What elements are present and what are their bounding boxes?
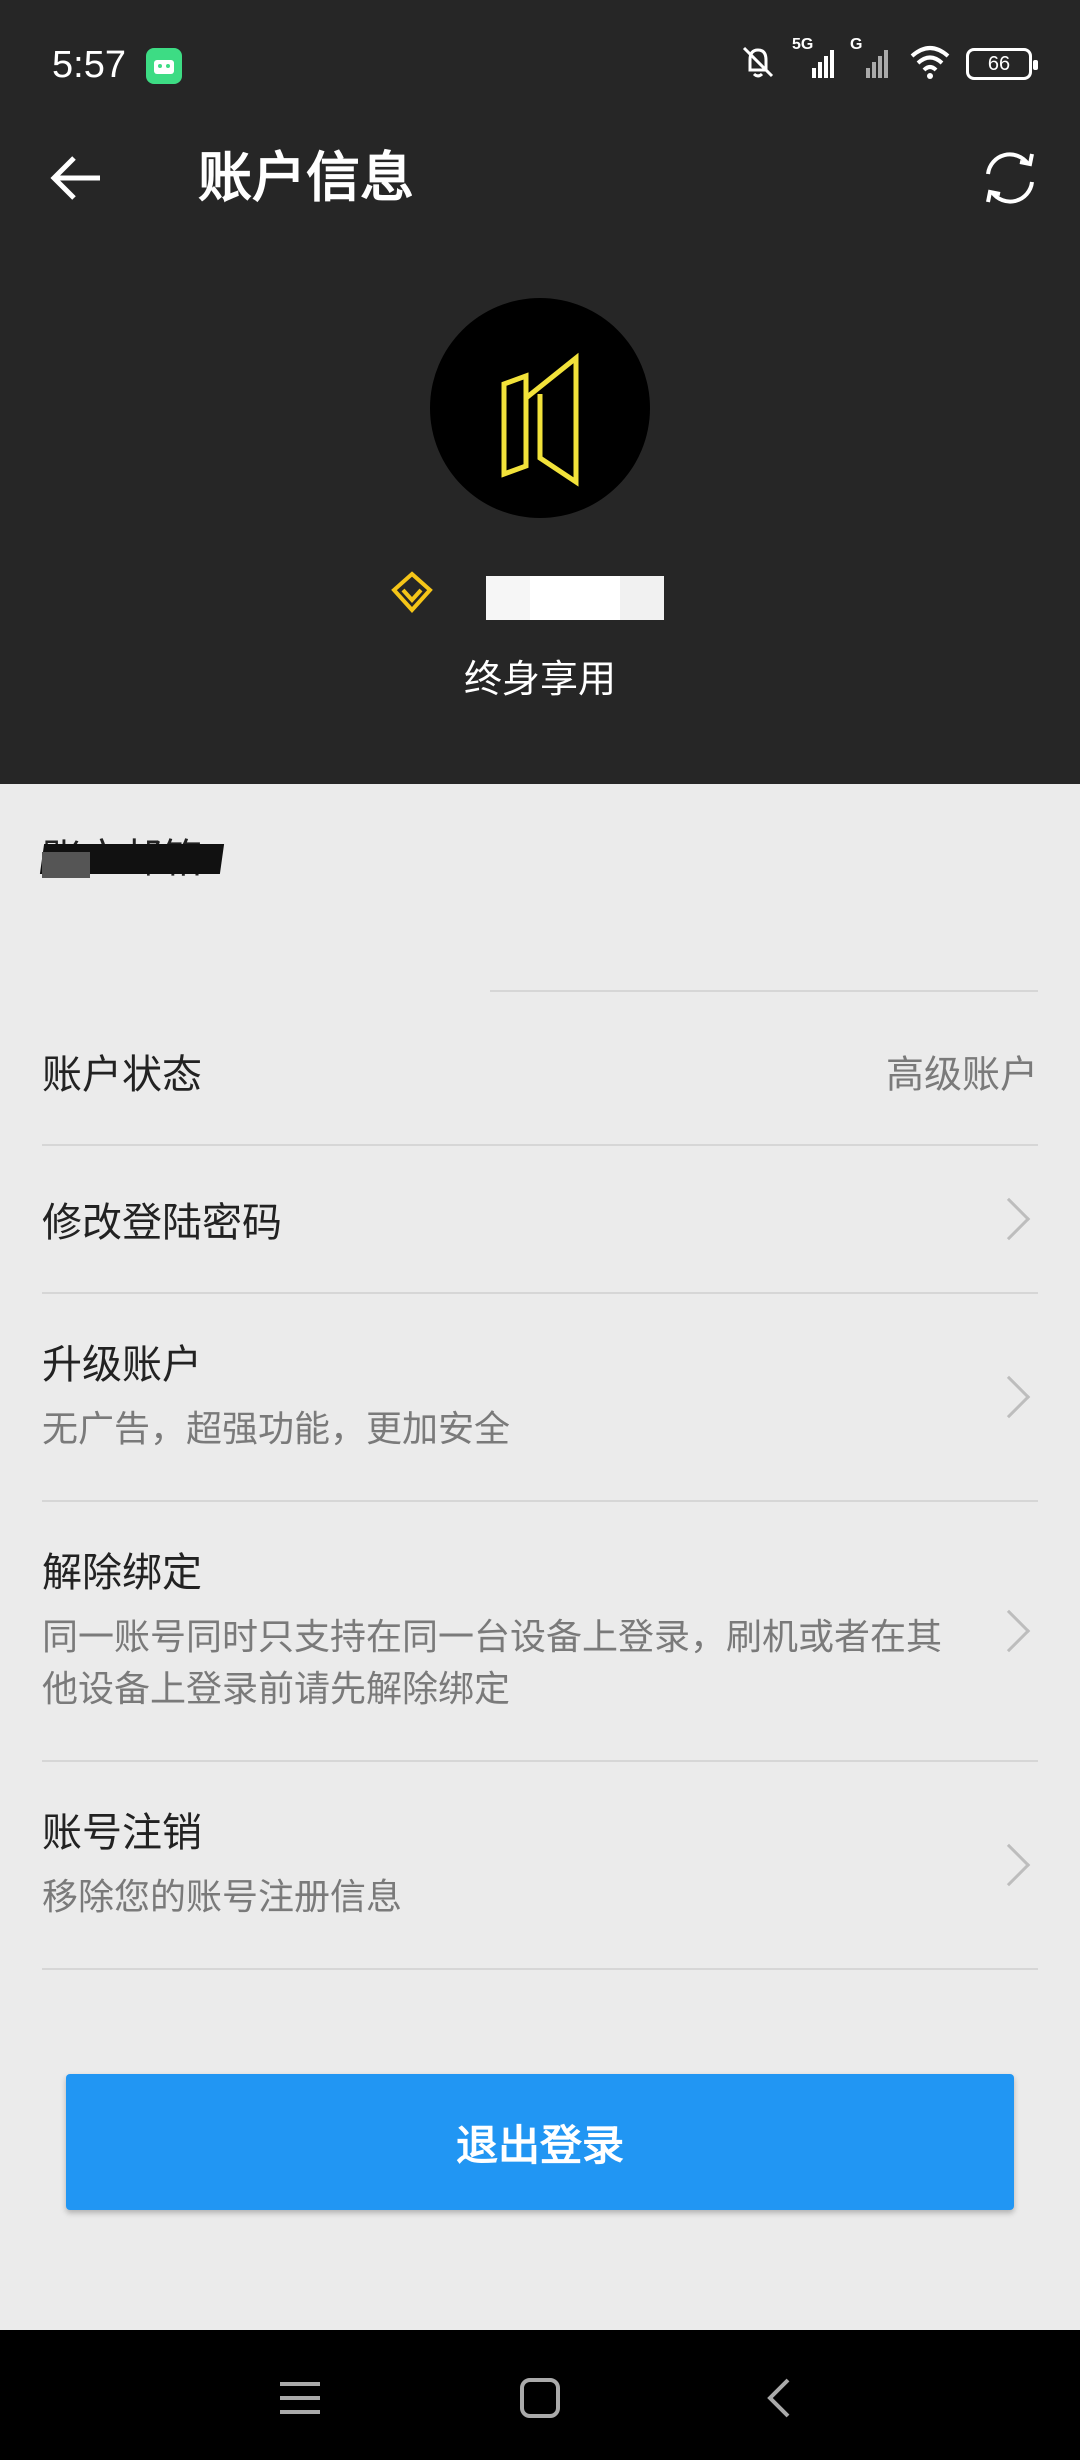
app-logo-icon [501,352,579,487]
refresh-button[interactable] [976,144,1044,212]
unbind-device-description: 同一账号同时只支持在同一台设备上登录，刷机或者在其他设备上登录前请先解除绑定 [42,1617,943,1710]
status-time: 5:57 [52,44,126,86]
signal-5g-icon: 5G [792,36,836,86]
upgrade-account-row[interactable]: 升级账户 无广告，超强功能，更加安全 [42,1294,1038,1502]
wifi-icon [908,42,952,86]
back-arrow-icon [50,156,100,200]
system-navigation-bar [0,2330,1080,2460]
network-g-label: G [850,36,863,53]
upgrade-account-label: 升级账户 [42,1342,202,1388]
logout-button[interactable]: 退出登录 [66,2074,1014,2210]
vip-diamond-icon [391,571,433,613]
home-icon [520,2378,560,2418]
email-row: 账户邮箱 [39,826,1038,976]
account-status-label: 账户状态 [42,1052,202,1098]
network-5g-label: 5G [792,36,814,53]
refresh-icon [986,152,1034,204]
avatar[interactable] [430,298,650,518]
email-redaction-shadow [42,852,90,878]
back-button[interactable] [46,146,110,210]
home-button[interactable] [500,2358,580,2438]
signal-g-icon: G [850,36,894,86]
unbind-device-row[interactable]: 解除绑定 同一账号同时只支持在同一台设备上登录，刷机或者在其他设备上登录前请先解… [42,1502,1038,1762]
back-icon [767,2378,790,2418]
account-status-row: 账户状态 高级账户 [42,998,1038,1146]
delete-account-description: 移除您的账号注册信息 [42,1877,403,1918]
menu-button[interactable] [260,2358,340,2438]
status-bar: 5:57 5G G 66 [0,0,1080,100]
change-password-label: 修改登陆密码 [42,1200,282,1246]
menu-icon [280,2382,320,2414]
account-header: 账户信息 终身享用 [0,100,1080,784]
delete-account-row[interactable]: 账号注销 移除您的账号注册信息 [42,1762,1038,1970]
bell-off-icon [738,42,778,86]
unbind-device-label: 解除绑定 [42,1550,202,1596]
change-password-row[interactable]: 修改登陆密码 [42,1146,1038,1294]
membership-status: 终身享用 [463,657,616,701]
battery-icon: 66 [966,48,1038,80]
account-details: 账户邮箱 账户状态 高级账户 修改登陆密码 升级账户 无广告，超强功能，更加安全… [0,784,1080,2330]
delete-account-label: 账号注销 [42,1810,202,1856]
divider [490,990,1038,992]
page-title: 账户信息 [198,146,414,209]
upgrade-account-description: 无广告，超强功能，更加安全 [42,1409,511,1450]
back-nav-button[interactable] [740,2358,820,2438]
chevron-right-icon [987,1197,1031,1241]
chevron-right-icon [987,1609,1031,1653]
battery-level: 66 [987,52,1011,75]
account-status-value: 高级账户 [885,1052,1038,1097]
username-redacted [486,576,664,620]
android-notification-icon [146,48,182,84]
